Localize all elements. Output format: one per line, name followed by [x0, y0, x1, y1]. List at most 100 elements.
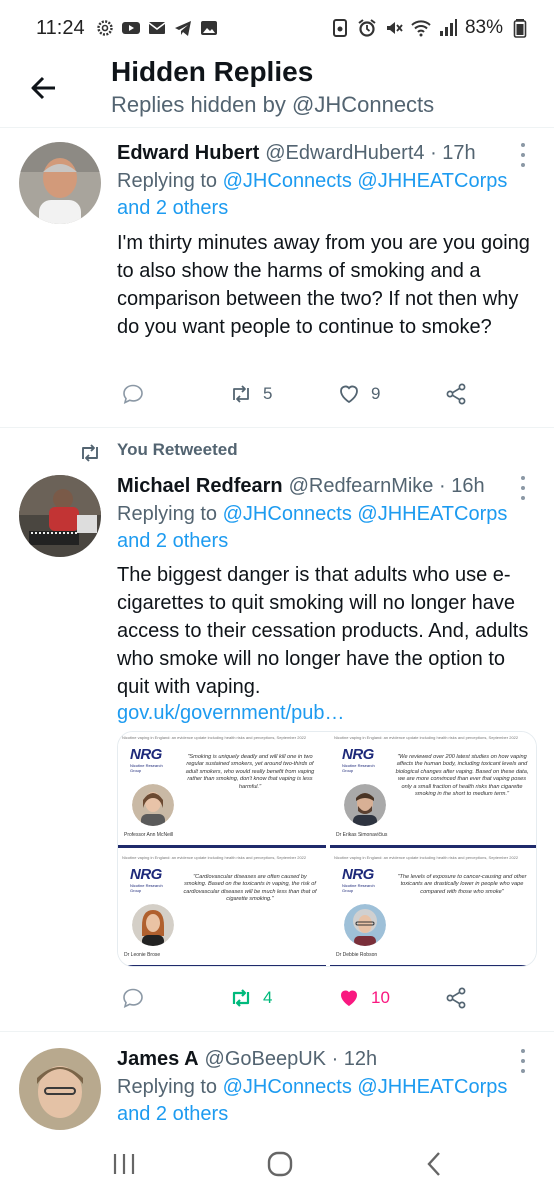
- retweet-icon: [232, 989, 250, 1007]
- mail-icon: [147, 18, 167, 38]
- person-name: Dr Debbie Robson: [336, 952, 378, 958]
- author-handle[interactable]: @RedfearnMike: [289, 475, 434, 497]
- person-name: Dr Erikas Simonavičius: [336, 832, 388, 838]
- nrg-logo: NRG: [130, 746, 162, 763]
- avatar[interactable]: [19, 142, 101, 224]
- person-photo: [132, 904, 174, 946]
- signal-icon: [438, 18, 458, 38]
- share-button[interactable]: [444, 382, 468, 406]
- system-nav-bar: [0, 1130, 554, 1200]
- youtube-icon: [121, 18, 141, 38]
- gallery-icon: [199, 18, 219, 38]
- nrg-logo-subtitle: Nicotine Research Group: [342, 883, 375, 893]
- mute-icon: [384, 18, 404, 38]
- person-photo: [344, 904, 386, 946]
- recent-apps-button[interactable]: [104, 1148, 144, 1180]
- media-card: Nicotine vaping in England: an evidence …: [118, 732, 326, 848]
- tweet-time: · 12h: [331, 1048, 378, 1070]
- like-button[interactable]: 10: [337, 986, 390, 1010]
- media-card: Nicotine vaping in England: an evidence …: [330, 852, 536, 966]
- telegram-icon: [173, 18, 193, 38]
- person-photo: [132, 784, 174, 826]
- quote-text: "We reviewed over 200 latest studies on …: [395, 754, 529, 798]
- heart-icon: [341, 990, 357, 1006]
- header-divider: [0, 127, 554, 128]
- back-nav-button[interactable]: [414, 1148, 454, 1180]
- tweet-text: I'm thirty minutes away from you are you…: [117, 232, 530, 338]
- author-name[interactable]: Edward Hubert: [117, 142, 259, 164]
- alarm-icon: [357, 18, 377, 38]
- retweet-button[interactable]: 5: [229, 382, 272, 406]
- home-icon: [267, 1151, 293, 1177]
- person-name: Dr Leonie Brose: [124, 952, 161, 958]
- quote-text: "The levels of exposure to cancer-causin…: [397, 874, 527, 895]
- page-subtitle: Replies hidden by @JHConnects: [111, 92, 435, 117]
- reply-handles-link[interactable]: @JHConnects @JHHEATCorps: [223, 503, 508, 525]
- retweet-count: 4: [263, 988, 273, 1007]
- avatar[interactable]: [19, 1048, 101, 1130]
- tweet-media[interactable]: Nicotine vaping in England: an evidence …: [117, 731, 537, 967]
- settings-gear-icon: [95, 18, 115, 38]
- replying-to: Replying to @JHConnects @JHHEATCorps and …: [117, 168, 537, 222]
- retweet-count: 5: [263, 384, 273, 403]
- reply-others-link[interactable]: and 2 others: [117, 1103, 228, 1125]
- nrg-logo: NRG: [342, 866, 374, 883]
- share-button[interactable]: [444, 986, 468, 1010]
- more-options-icon[interactable]: [518, 143, 528, 167]
- recent-apps-icon: [113, 1154, 135, 1174]
- home-button[interactable]: [260, 1148, 300, 1180]
- reply-others-link[interactable]: and 2 others: [117, 530, 228, 552]
- replying-to-prefix: Replying to: [117, 1076, 218, 1098]
- battery-icon: [510, 18, 530, 38]
- nrg-logo-subtitle: Nicotine Research Group: [130, 883, 163, 893]
- reply-icon: [123, 384, 143, 404]
- author-handle[interactable]: @EdwardHubert4: [265, 142, 424, 164]
- notification-icon: [330, 18, 350, 38]
- back-button[interactable]: [26, 70, 62, 106]
- replying-to: Replying to @JHConnects @JHHEATCorps and …: [117, 1074, 537, 1128]
- replying-to-prefix: Replying to: [117, 170, 218, 192]
- reply-handles-link[interactable]: @JHConnects @JHHEATCorps: [223, 1076, 508, 1098]
- author-handle[interactable]: @GoBeepUK: [205, 1048, 326, 1070]
- quote-text: "Smoking is uniquely deadly and will kil…: [185, 754, 315, 790]
- replying-to: Replying to @JHConnects @JHHEATCorps and …: [117, 501, 537, 555]
- tweet-time: · 16h: [438, 475, 485, 497]
- like-count: 9: [371, 384, 381, 403]
- media-card: Nicotine vaping in England: an evidence …: [330, 732, 536, 848]
- reply-button[interactable]: [121, 382, 145, 406]
- tweet-header: Michael Redfearn @RedfearnMike · 16h: [117, 475, 485, 498]
- like-count: 10: [371, 988, 390, 1007]
- tweet-header: Edward Hubert @EdwardHubert4 · 17h: [117, 142, 476, 165]
- page-title: Hidden Replies: [111, 56, 314, 87]
- reply-others-link[interactable]: and 2 others: [117, 197, 228, 219]
- more-options-icon[interactable]: [518, 1049, 528, 1073]
- like-button[interactable]: 9: [337, 382, 380, 406]
- tweet-divider: [0, 427, 554, 428]
- tweet-actions: 5 9: [117, 382, 537, 412]
- quote-text: "Cardiovascular diseases are often cause…: [183, 874, 317, 903]
- status-bar: 11:24 83%: [0, 0, 554, 56]
- tweet-header: James A @GoBeepUK · 12h: [117, 1048, 377, 1071]
- replying-to-prefix: Replying to: [117, 503, 218, 525]
- reply-handles-link[interactable]: @JHConnects @JHHEATCorps: [223, 170, 508, 192]
- author-name[interactable]: James A: [117, 1048, 199, 1070]
- person-photo: [344, 784, 386, 826]
- arrow-left-icon: [31, 76, 55, 100]
- wifi-icon: [411, 18, 431, 38]
- media-caption: Nicotine vaping in England: an evidence …: [122, 735, 307, 740]
- nrg-logo: NRG: [342, 746, 374, 763]
- retweeted-label: You Retweeted: [117, 440, 238, 459]
- more-options-icon[interactable]: [518, 476, 528, 500]
- retweet-button[interactable]: 4: [229, 986, 272, 1010]
- person-name: Professor Ann McNeill: [124, 832, 174, 838]
- status-time: 11:24: [36, 16, 85, 39]
- media-caption: Nicotine vaping in England: an evidence …: [334, 735, 519, 740]
- battery-percent: 83%: [464, 17, 503, 38]
- reply-button[interactable]: [121, 986, 145, 1010]
- avatar[interactable]: [19, 475, 101, 557]
- author-name[interactable]: Michael Redfearn: [117, 475, 283, 497]
- share-icon: [446, 987, 466, 1009]
- back-chevron-icon: [427, 1152, 440, 1176]
- tweet-link[interactable]: gov.uk/government/pub…: [117, 702, 345, 725]
- nrg-logo-subtitle: Nicotine Research Group: [342, 763, 375, 773]
